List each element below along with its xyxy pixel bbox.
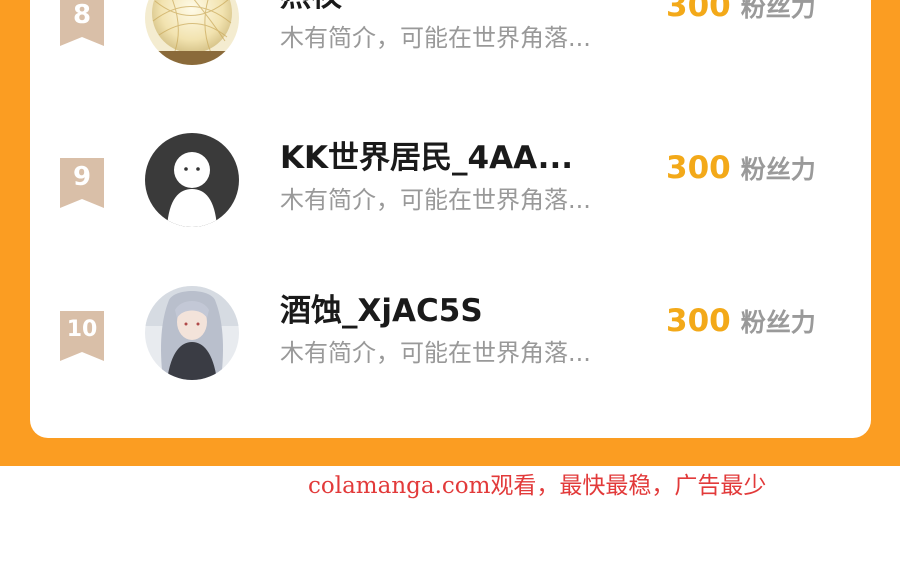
user-bio: 木有简介，可能在世界角落... xyxy=(280,24,591,52)
fans-power-label: 粉丝力 xyxy=(740,308,816,337)
fans-power-value: 300 xyxy=(666,150,731,186)
ranking-card: 8 木有简介，可能在世界角落... 300 粉丝力 9 KK世界居民_4AA..… xyxy=(30,0,871,438)
rank-badge: 10 xyxy=(60,311,104,361)
watermark-text: colamanga.com观看，最快最稳，广告最少 xyxy=(308,473,767,499)
fans-power-value: 300 xyxy=(666,303,731,339)
fans-power: 300 粉丝力 xyxy=(666,0,816,24)
avatar[interactable] xyxy=(145,286,239,380)
user-name[interactable]: KK世界居民_4AA... xyxy=(280,132,573,177)
fans-power-value: 300 xyxy=(666,0,731,24)
avatar[interactable] xyxy=(145,0,239,65)
fans-power: 300 粉丝力 xyxy=(666,150,816,186)
user-name[interactable]: 酒蚀_XjAC5S xyxy=(280,285,483,330)
ranking-row-9[interactable]: 9 KK世界居民_4AA... 木有简介，可能在世界角落... 300 粉丝力 xyxy=(30,130,871,240)
fans-power-label: 粉丝力 xyxy=(740,155,816,184)
user-bio: 木有简介，可能在世界角落... xyxy=(280,186,591,214)
user-bio: 木有简介，可能在世界角落... xyxy=(280,339,591,367)
ranking-row-8[interactable]: 8 木有简介，可能在世界角落... 300 粉丝力 xyxy=(30,0,871,78)
fans-power-label: 粉丝力 xyxy=(740,0,816,22)
default-avatar-icon[interactable] xyxy=(145,133,239,227)
rank-badge: 9 xyxy=(60,158,104,208)
rank-badge: 8 xyxy=(60,0,104,46)
ranking-row-10[interactable]: 10 酒蚀_XjAC5S 木有简介，可能在世界角落... 300 粉丝力 xyxy=(30,283,871,393)
fans-power: 300 粉丝力 xyxy=(666,303,816,339)
user-name[interactable]: 燕衩 xyxy=(280,0,342,15)
